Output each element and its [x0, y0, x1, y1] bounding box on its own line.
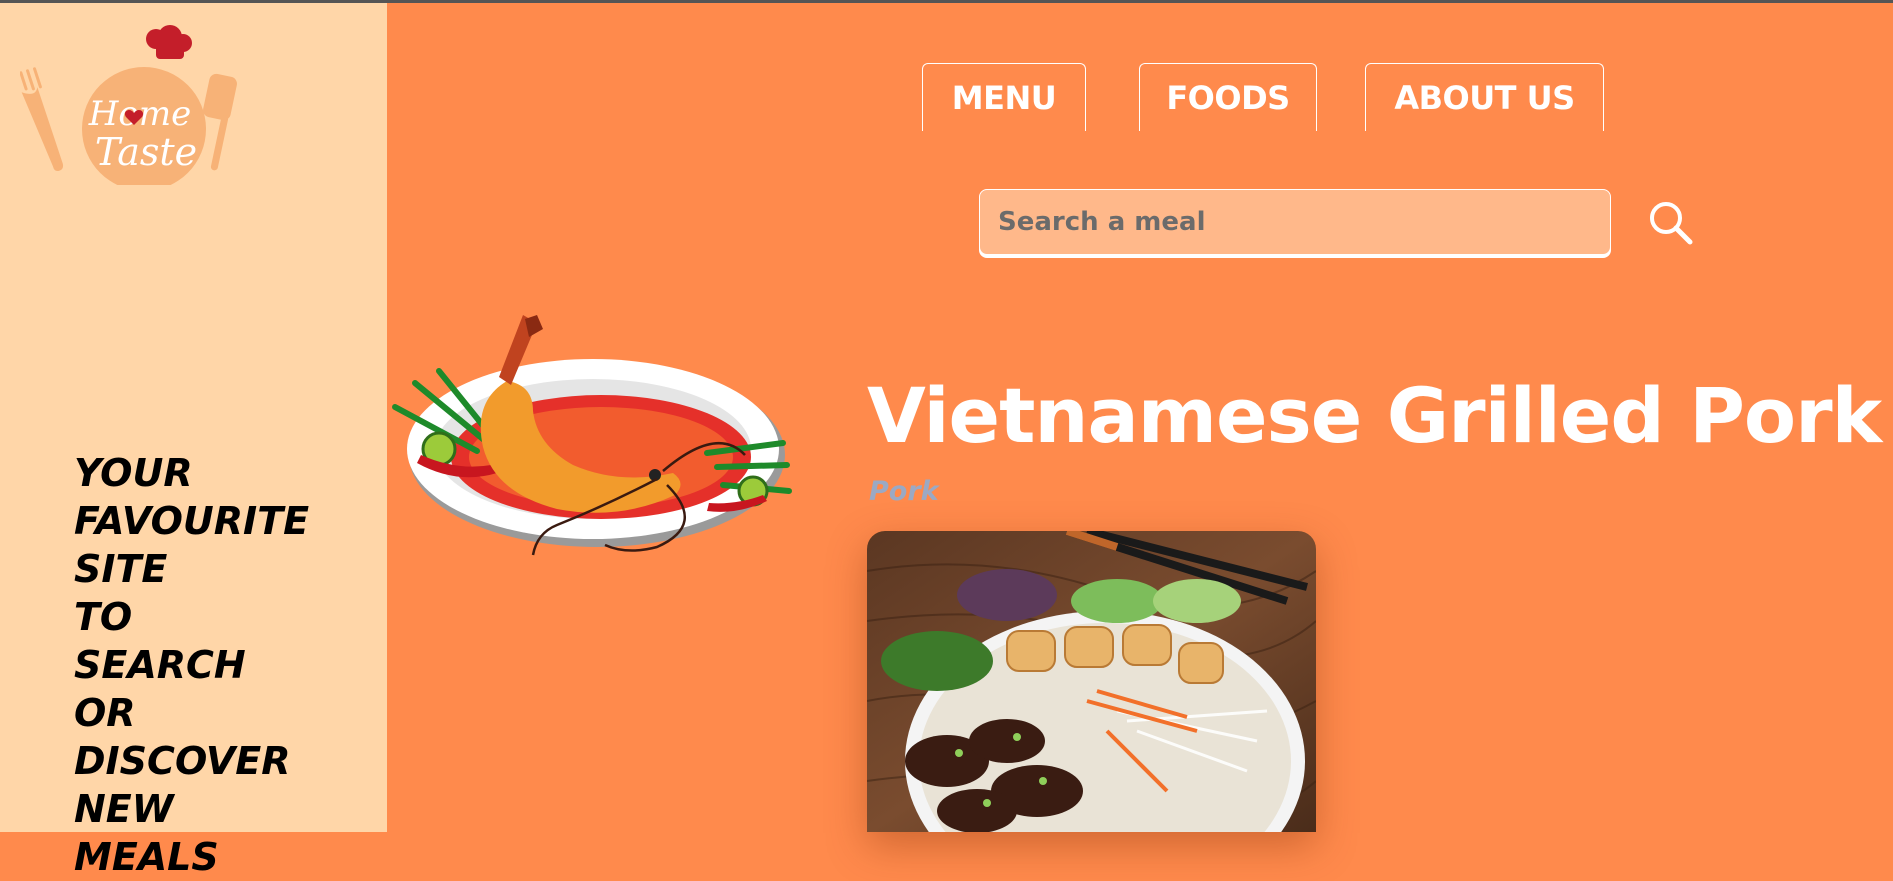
meal-photo[interactable] [867, 531, 1316, 832]
spatula-icon [203, 73, 237, 171]
main-content: MENU FOODS ABOUT US Search a meal Vietna… [387, 3, 1893, 832]
chef-hat-icon [146, 25, 192, 59]
meal-search-input[interactable] [979, 189, 1611, 255]
shrimp-dish-illustration [392, 315, 792, 556]
svg-text:Taste: Taste [95, 130, 197, 174]
nav-menu-button[interactable]: MENU [922, 63, 1086, 131]
site-tagline: YOUR FAVOURITE SITE TO SEARCH OR DISCOVE… [74, 451, 310, 879]
home-taste-logo[interactable]: Home Taste [20, 25, 252, 185]
nav-foods-button[interactable]: FOODS [1139, 63, 1317, 131]
nav-about-us-button[interactable]: ABOUT US [1365, 63, 1604, 131]
fork-icon [20, 67, 64, 171]
sidebar: Home Taste YOUR FAVOURITE SITE TO SEARCH… [0, 3, 387, 879]
meal-category-link[interactable]: Pork [869, 476, 939, 507]
meal-photo-image [867, 531, 1316, 832]
meal-title: Vietnamese Grilled Pork [867, 371, 1882, 460]
search-icon[interactable] [1646, 198, 1696, 248]
